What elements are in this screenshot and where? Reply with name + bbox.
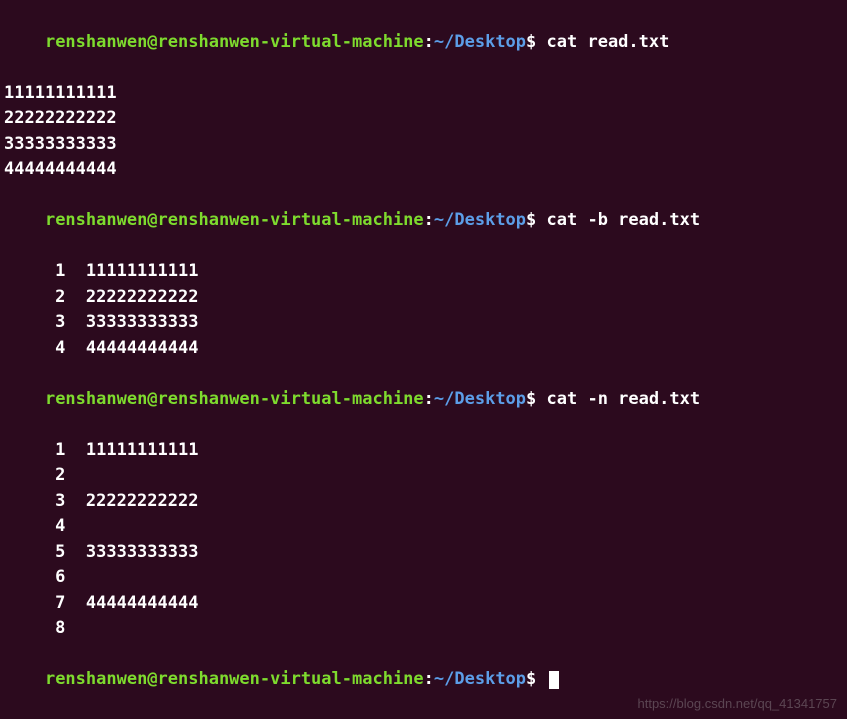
output-line: 2 22222222222 — [4, 285, 843, 311]
output-line: 1 11111111111 — [4, 259, 843, 285]
command-text: cat -b read.txt — [547, 210, 701, 230]
output-line: 4 44444444444 — [4, 336, 843, 362]
prompt-line-1: renshanwen@renshanwen-virtual-machine:~/… — [4, 4, 843, 81]
prompt-path: ~/Desktop — [434, 32, 526, 52]
prompt-colon: : — [424, 32, 434, 52]
terminal[interactable]: renshanwen@renshanwen-virtual-machine:~/… — [4, 4, 843, 718]
output-line: 8 — [4, 616, 843, 642]
prompt-user: renshanwen@renshanwen-virtual-machine — [45, 389, 424, 409]
prompt-user: renshanwen@renshanwen-virtual-machine — [45, 210, 424, 230]
command-text: cat read.txt — [547, 32, 670, 52]
prompt-colon: : — [424, 389, 434, 409]
prompt-dollar: $ — [526, 210, 536, 230]
output-line: 5 33333333333 — [4, 540, 843, 566]
prompt-path: ~/Desktop — [434, 210, 526, 230]
prompt-user: renshanwen@renshanwen-virtual-machine — [45, 669, 424, 689]
prompt-colon: : — [424, 210, 434, 230]
prompt-path: ~/Desktop — [434, 669, 526, 689]
output-line: 33333333333 — [4, 132, 843, 158]
prompt-dollar: $ — [526, 669, 536, 689]
prompt-user: renshanwen@renshanwen-virtual-machine — [45, 32, 424, 52]
output-line: 44444444444 — [4, 157, 843, 183]
cursor-icon — [549, 671, 559, 689]
command-text: cat -n read.txt — [547, 389, 701, 409]
output-line: 3 33333333333 — [4, 310, 843, 336]
prompt-colon: : — [424, 669, 434, 689]
watermark-text: https://blog.csdn.net/qq_41341757 — [638, 694, 838, 714]
prompt-line-3: renshanwen@renshanwen-virtual-machine:~/… — [4, 361, 843, 438]
output-line: 2 — [4, 463, 843, 489]
prompt-path: ~/Desktop — [434, 389, 526, 409]
output-line: 6 — [4, 565, 843, 591]
output-line: 22222222222 — [4, 106, 843, 132]
output-line: 7 44444444444 — [4, 591, 843, 617]
prompt-line-2: renshanwen@renshanwen-virtual-machine:~/… — [4, 183, 843, 260]
prompt-dollar: $ — [526, 389, 536, 409]
output-line: 11111111111 — [4, 81, 843, 107]
output-line: 3 22222222222 — [4, 489, 843, 515]
prompt-dollar: $ — [526, 32, 536, 52]
output-line: 4 — [4, 514, 843, 540]
output-line: 1 11111111111 — [4, 438, 843, 464]
